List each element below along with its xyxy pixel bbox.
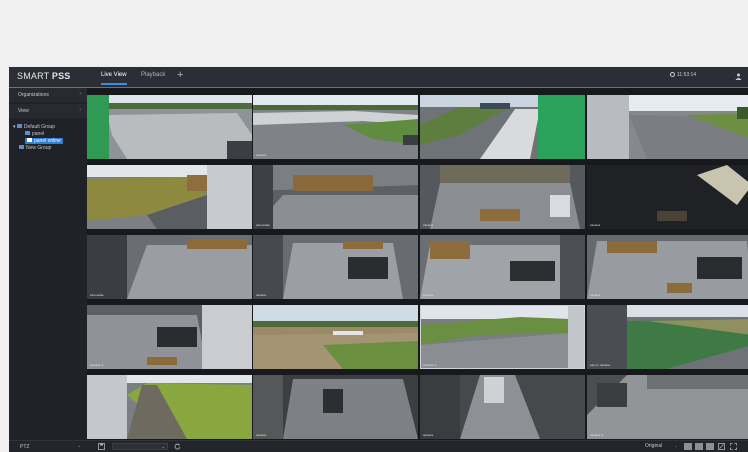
camera-label: camera m (90, 363, 104, 367)
layout-1-button[interactable] (684, 443, 692, 450)
camera-feed (587, 305, 748, 369)
camera-tile-15[interactable]: camera m (420, 305, 585, 369)
camera-feed (420, 305, 585, 369)
camera-label: camera (256, 153, 267, 157)
camera-label: camera (423, 223, 434, 227)
sidebar-section-view[interactable]: View ‹ (9, 104, 87, 118)
camera-feed (87, 305, 252, 369)
view-icon (25, 131, 30, 135)
clock-icon (670, 72, 675, 77)
camera-label: camera (423, 433, 434, 437)
chevron-icon: › (79, 91, 81, 97)
user-icon[interactable] (735, 73, 742, 80)
camera-label: cam m camera (590, 363, 610, 367)
camera-feed (253, 165, 418, 229)
camera-feed (420, 165, 585, 229)
camera-feed (420, 95, 585, 159)
camera-tile-8[interactable]: camera (587, 165, 748, 229)
camera-tile-7[interactable]: camera (420, 165, 585, 229)
camera-feed (87, 95, 252, 159)
camera-tile-9[interactable]: cam-scale (87, 235, 252, 299)
view-icon (27, 138, 32, 142)
camera-tile-1[interactable] (87, 95, 252, 159)
chevron-down-icon: ⌄ (674, 443, 678, 448)
chevron-down-icon: ⌄ (161, 444, 165, 449)
refresh-icon[interactable] (174, 443, 181, 450)
tree-item-new-group[interactable]: New Group (19, 145, 51, 151)
sidebar: Organizations › View ‹ ▾ Default Group pan… (9, 88, 88, 440)
chevron-icon: ‹ (79, 107, 81, 113)
camera-tile-20[interactable]: camera m (587, 375, 748, 439)
tab-live-view[interactable]: Live View (101, 72, 127, 85)
group-icon (16, 124, 22, 128)
camera-tile-5[interactable] (87, 165, 252, 229)
camera-feed (253, 235, 418, 299)
camera-tile-10[interactable]: camera (253, 235, 418, 299)
layout-4-button[interactable] (695, 443, 703, 450)
camera-label: cam-scale (256, 223, 270, 227)
camera-tile-4[interactable] (587, 95, 748, 159)
app-logo: SMART PSS (17, 71, 71, 81)
camera-tile-13[interactable]: camera m (87, 305, 252, 369)
camera-tile-6[interactable]: cam-scale (253, 165, 418, 229)
camera-label: camera (590, 293, 601, 297)
tree-item-panel-online[interactable]: panel online (25, 138, 63, 144)
camera-tile-12[interactable]: camera (587, 235, 748, 299)
tree-default-group[interactable]: ▾ Default Group (13, 124, 55, 130)
title-bar: SMART PSS Live View Playback + 11:53:14 (9, 67, 748, 87)
camera-tile-14[interactable] (253, 305, 418, 369)
smart-pss-window: SMART PSS Live View Playback + 11:53:14 … (9, 67, 748, 452)
camera-feed (420, 375, 585, 439)
add-tab-button[interactable]: + (177, 69, 183, 81)
camera-feed (87, 235, 252, 299)
camera-tile-3[interactable] (420, 95, 585, 159)
tab-playback[interactable]: Playback (141, 72, 165, 78)
clock-display: 11:53:14 (670, 72, 696, 78)
group-icon (19, 145, 24, 149)
camera-label: camera (256, 293, 267, 297)
camera-tile-17[interactable] (87, 375, 252, 439)
camera-feed (587, 95, 748, 159)
clock-time: 11:53:14 (677, 72, 697, 78)
sidebar-section-organizations[interactable]: Organizations › (9, 88, 87, 102)
camera-feed (420, 235, 585, 299)
view-select[interactable]: ⌄ (112, 443, 168, 450)
camera-tile-19[interactable]: camera (420, 375, 585, 439)
camera-feed (587, 235, 748, 299)
camera-feed (253, 305, 418, 369)
ptz-label[interactable]: PTZ (20, 444, 29, 450)
edit-layout-icon[interactable] (718, 443, 725, 450)
stream-select[interactable]: Original ⌄ (645, 443, 680, 450)
camera-feed (253, 95, 418, 159)
camera-tile-18[interactable]: camera (253, 375, 418, 439)
camera-label: cam-scale (90, 293, 104, 297)
camera-label: camera m (590, 433, 604, 437)
camera-feed (587, 165, 748, 229)
save-icon[interactable] (98, 443, 105, 450)
ptz-chevron-icon[interactable]: ⌄ (77, 443, 81, 449)
camera-tile-2[interactable]: camera (253, 95, 418, 159)
bottom-toolbar: PTZ ⌄ ⌄ Original ⌄ (9, 440, 748, 452)
camera-tile-11[interactable]: camera (420, 235, 585, 299)
fullscreen-icon[interactable] (730, 443, 737, 450)
camera-tile-16[interactable]: cam m camera (587, 305, 748, 369)
camera-label: camera (423, 293, 434, 297)
layout-grid-button[interactable] (706, 443, 714, 450)
tree-item-panel[interactable]: panel (25, 131, 44, 137)
camera-feed (587, 375, 748, 439)
video-grid: camera cam-scale camera camera cam-scale… (87, 88, 748, 440)
camera-feed (87, 375, 252, 439)
camera-label: camera m (423, 363, 437, 367)
camera-label: camera (256, 433, 267, 437)
camera-feed (253, 375, 418, 439)
camera-feed (87, 165, 252, 229)
camera-label: camera (590, 223, 601, 227)
